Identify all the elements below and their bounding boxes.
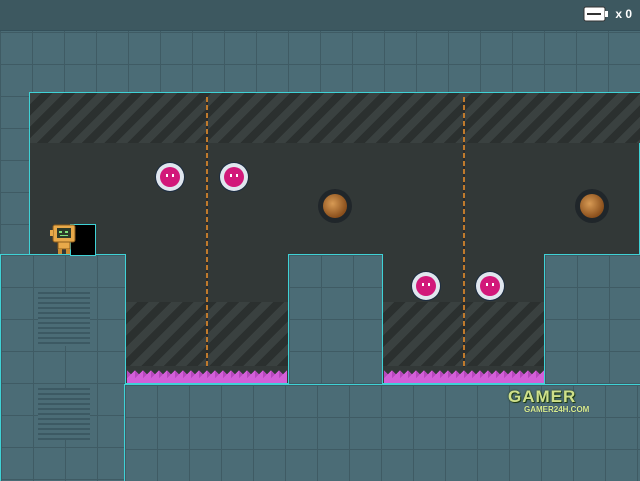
- bronze-bomb: [318, 189, 352, 223]
- hud-counter: x 0: [583, 6, 632, 22]
- pink-orb-enemy: [156, 163, 184, 191]
- logo-title: GAMER: [508, 387, 577, 406]
- gamer-logo: GAMER GAMER24H.COM: [508, 388, 608, 414]
- rope-left: [206, 97, 208, 367]
- top-bar: [0, 0, 640, 31]
- floor-block-right: [544, 254, 640, 385]
- striped-ceiling: [30, 93, 640, 143]
- wall-vent: [38, 292, 90, 346]
- bronze-bomb: [575, 189, 609, 223]
- wall-vent: [38, 388, 90, 440]
- spike-pit-left: [127, 365, 287, 383]
- battery-icon: [583, 6, 609, 22]
- pink-orb-enemy: [220, 163, 248, 191]
- pink-orb-enemy: [412, 272, 440, 300]
- spike-pit-right: [384, 365, 544, 383]
- logo-subtitle: GAMER24H.COM: [524, 405, 590, 414]
- rope-right: [463, 97, 465, 367]
- robot-player[interactable]: [50, 224, 76, 254]
- floor-block-middle: [288, 254, 383, 385]
- item-count: x 0: [615, 7, 632, 21]
- floor-block-left: [0, 254, 126, 481]
- pink-orb-enemy: [476, 272, 504, 300]
